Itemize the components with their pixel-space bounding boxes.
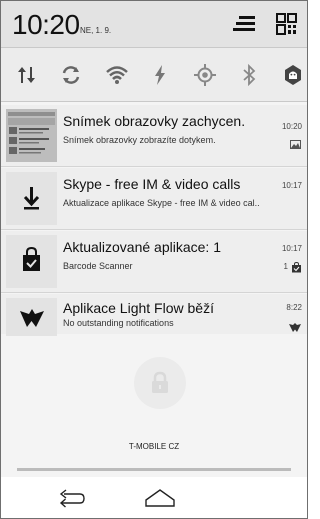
android-icon[interactable] (281, 63, 305, 87)
lock-icon (150, 371, 170, 400)
flash-icon[interactable] (148, 63, 172, 87)
status-bar: 10:20 NE, 1. 9. (1, 1, 307, 48)
gps-icon[interactable] (193, 63, 217, 87)
light-flow-icon (6, 298, 57, 336)
notification-subtitle: No outstanding notifications (63, 318, 174, 328)
drag-handle[interactable] (17, 468, 291, 471)
download-icon (6, 172, 57, 225)
image-icon (290, 136, 301, 154)
notification-light-flow[interactable]: Aplikace Light Flow běží No outstanding … (1, 294, 307, 336)
quick-settings-bar (1, 48, 307, 102)
home-icon[interactable] (144, 488, 176, 513)
notification-skype-update[interactable]: Skype - free IM & video calls Aktualizac… (1, 168, 307, 230)
notification-time: 10:17 (281, 181, 302, 190)
notification-time: 10:20 (281, 122, 302, 131)
carrier-label: T-MOBILE CZ (128, 442, 180, 451)
notification-time: 8:22 (286, 303, 302, 312)
notification-subtitle: Snímek obrazovky zobrazíte dotykem. (63, 135, 216, 145)
notification-title: Skype - free IM & video calls (63, 176, 241, 192)
light-flow-icon (289, 320, 301, 338)
notification-updated-apps[interactable]: Aktualizované aplikace: 1 Barcode Scanne… (1, 231, 307, 293)
qr-grid-icon[interactable] (273, 11, 301, 37)
bluetooth-icon[interactable] (237, 63, 261, 87)
store-bag-icon (6, 235, 57, 288)
notification-count: 1 (283, 262, 288, 271)
navigation-bar (1, 477, 307, 518)
sync-icon[interactable] (59, 63, 83, 87)
notification-time: 10:17 (281, 244, 302, 253)
notification-shade: 10:20 NE, 1. 9. Snímek obrazovky zachyce… (0, 0, 308, 519)
data-sync-arrows-icon[interactable] (15, 63, 39, 87)
lock-button[interactable] (134, 357, 186, 409)
notification-subtitle: Barcode Scanner (63, 261, 133, 271)
notification-screenshot[interactable]: Snímek obrazovky zachycen. Snímek obrazo… (1, 105, 307, 167)
notification-title: Snímek obrazovky zachycen. (63, 113, 246, 129)
notification-title: Aplikace Light Flow běží (63, 300, 214, 316)
notification-subtitle: Aktualizace aplikace Skype - free IM & v… (63, 198, 260, 208)
menu-icon[interactable] (230, 11, 258, 37)
notification-title: Aktualizované aplikace: 1 (63, 239, 221, 255)
clock: 10:20 (12, 9, 80, 40)
back-icon[interactable] (56, 489, 86, 514)
screenshot-thumbnail (6, 109, 57, 162)
date: NE, 1. 9. (80, 26, 112, 35)
store-bag-icon (291, 260, 302, 278)
wifi-icon[interactable] (105, 63, 129, 87)
